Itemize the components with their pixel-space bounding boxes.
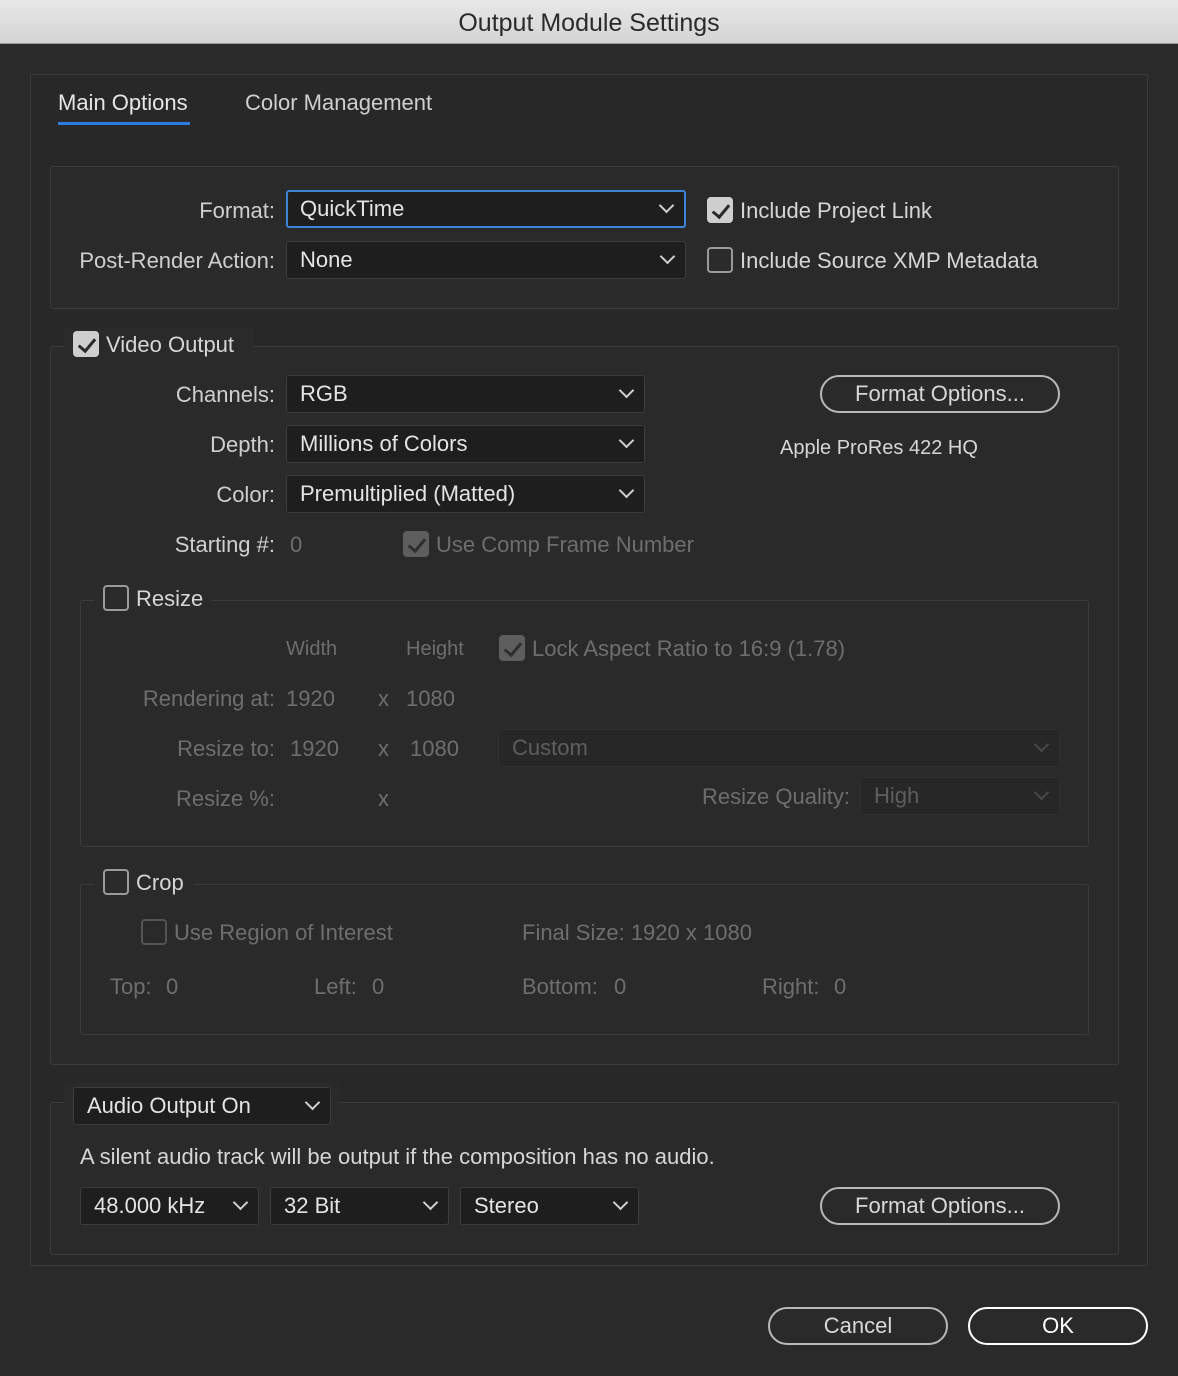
active-tab-indicator [58,122,190,125]
width-header: Width [286,638,338,660]
lock-aspect-label: Lock Aspect Ratio to 16:9 (1.78) [532,636,846,661]
audio-channels-dropdown[interactable]: Stereo [460,1187,639,1225]
tab-color-management[interactable]: Color Management [245,90,432,116]
rendering-at-label: Rendering at: [142,686,275,711]
chevron-down-icon [1033,736,1050,753]
include-project-link-label: Include Project Link [740,198,932,223]
format-label: Format: [199,198,275,223]
chevron-down-icon [612,1194,629,1211]
ok-button[interactable]: OK [968,1307,1148,1345]
channels-label: Channels: [175,382,275,407]
audio-rate-dropdown[interactable]: 48.000 kHz [80,1187,259,1225]
output-module-settings-window: Output Module Settings Main Options Colo… [0,0,1178,1376]
chevron-down-icon [422,1194,439,1211]
color-value: Premultiplied (Matted) [300,481,516,506]
crop-checkbox[interactable] [103,869,129,895]
resize-label: Resize [136,586,204,611]
crop-top-label: Top: [110,974,152,999]
color-dropdown[interactable]: Premultiplied (Matted) [286,475,645,513]
audio-depth-dropdown[interactable]: 32 Bit [270,1187,449,1225]
post-render-value: None [300,247,353,272]
resize-to-label: Resize to: [177,736,275,761]
color-label: Color: [216,482,275,507]
channels-dropdown[interactable]: RGB [286,375,645,413]
chevron-down-icon [618,382,635,399]
include-xmp-checkbox[interactable] [707,247,733,273]
audio-output-mode-value: Audio Output On [87,1093,251,1118]
chevron-down-icon [618,432,635,449]
format-dropdown[interactable]: QuickTime [286,190,686,228]
resize-checkbox[interactable] [103,585,129,611]
resize-quality-dropdown[interactable]: High [860,777,1060,815]
audio-output-mode-dropdown[interactable]: Audio Output On [73,1087,331,1125]
chevron-down-icon [618,482,635,499]
resize-preset-dropdown[interactable]: Custom [498,729,1060,767]
crop-right-value[interactable]: 0 [834,974,846,1000]
video-output-label: Video Output [106,332,235,357]
resize-quality-value: High [874,783,920,808]
audio-format-options-button[interactable]: Format Options... [820,1187,1060,1225]
crop-group [80,884,1089,1035]
video-format-options-button[interactable]: Format Options... [820,375,1060,413]
crop-label: Crop [136,870,184,895]
final-size-text: Final Size: 1920 x 1080 [522,920,752,945]
crop-bottom-label: Bottom: [522,974,598,999]
tab-main-options[interactable]: Main Options [58,90,188,116]
rendering-height: 1080 [406,686,455,711]
resize-quality-label: Resize Quality: [702,784,850,809]
depth-dropdown[interactable]: Millions of Colors [286,425,645,463]
depth-label: Depth: [210,432,275,457]
crop-left-label: Left: [314,974,357,999]
crop-bottom-value[interactable]: 0 [614,974,626,1000]
chevron-down-icon [658,197,675,214]
audio-depth-value: 32 Bit [284,1193,341,1218]
resize-to-x: x [378,736,389,761]
crop-top-value[interactable]: 0 [166,974,178,1000]
resize-percent-x: x [378,786,389,811]
chevron-down-icon [1033,784,1050,801]
lock-aspect-checkbox[interactable] [499,635,525,661]
audio-note: A silent audio track will be output if t… [80,1144,715,1169]
starting-number-value: 0 [290,532,303,557]
post-render-dropdown[interactable]: None [286,241,686,279]
audio-rate-value: 48.000 kHz [94,1193,206,1218]
crop-left-value[interactable]: 0 [372,974,384,1000]
starting-number-label: Starting #: [174,532,275,557]
include-xmp-label: Include Source XMP Metadata [740,248,1038,273]
height-header: Height [406,638,464,660]
resize-preset-value: Custom [512,735,588,760]
window-title: Output Module Settings [0,0,1178,44]
format-value: QuickTime [300,196,405,221]
crop-right-label: Right: [762,974,820,999]
channels-value: RGB [300,381,348,406]
use-comp-frame-checkbox[interactable] [403,531,429,557]
general-group [50,166,1119,309]
cancel-button[interactable]: Cancel [768,1307,948,1345]
use-roi-checkbox[interactable] [141,919,167,945]
include-project-link-checkbox[interactable] [707,197,733,223]
video-output-checkbox[interactable] [73,331,99,357]
rendering-x: x [378,686,389,711]
resize-to-height[interactable]: 1080 [410,736,459,762]
use-comp-frame-label: Use Comp Frame Number [436,532,694,557]
post-render-label: Post-Render Action: [79,248,275,273]
chevron-down-icon [659,248,676,265]
audio-channels-value: Stereo [474,1193,539,1218]
codec-text: Apple ProRes 422 HQ [780,437,978,459]
use-roi-label: Use Region of Interest [174,920,393,945]
resize-percent-label: Resize %: [175,786,275,811]
chevron-down-icon [304,1094,321,1111]
chevron-down-icon [232,1194,249,1211]
rendering-width: 1920 [286,686,335,711]
depth-value: Millions of Colors [300,431,468,456]
resize-to-width[interactable]: 1920 [290,736,339,762]
